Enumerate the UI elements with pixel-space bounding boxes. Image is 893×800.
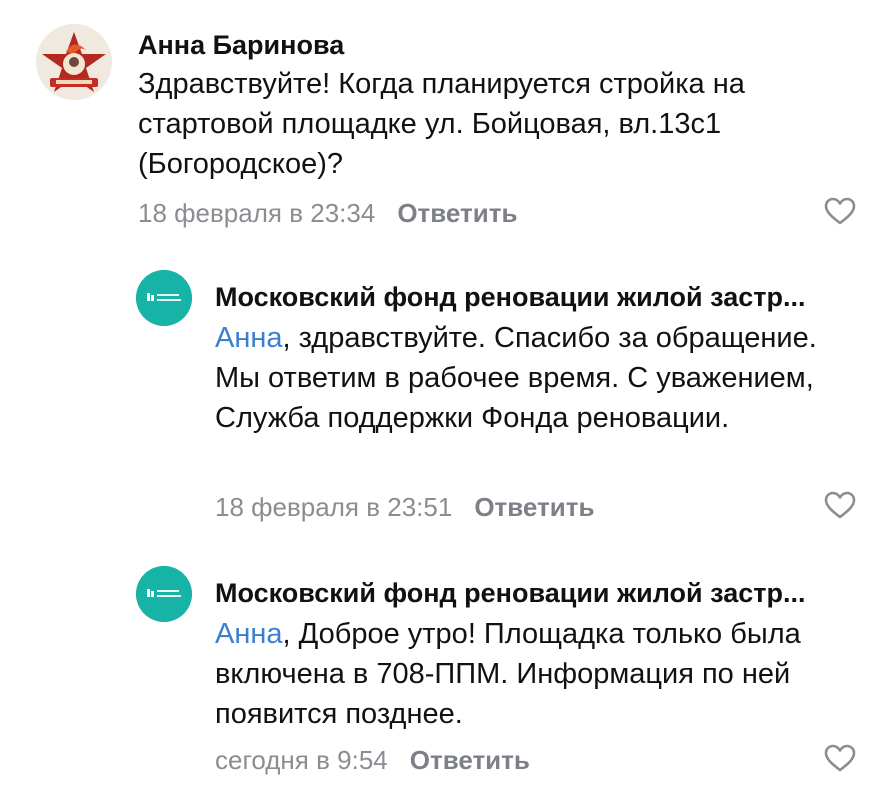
reply-button[interactable]: Ответить <box>474 492 594 522</box>
comment-text-body: , Доброе утро! Площадка только была вклю… <box>215 618 801 730</box>
mention-link[interactable]: Анна <box>215 618 283 650</box>
pioneer-badge-icon <box>36 24 112 100</box>
comment-author[interactable]: Московский фонд реновации жилой застр... <box>215 576 855 610</box>
fund-logo-icon <box>136 270 192 326</box>
heart-icon[interactable] <box>823 743 857 773</box>
avatar[interactable] <box>136 270 192 326</box>
comment-author[interactable]: Анна Баринова <box>138 28 838 62</box>
mention-link[interactable]: Анна <box>215 322 283 354</box>
comment-text: Анна, здравствуйте. Спасибо за обращение… <box>215 318 855 438</box>
avatar[interactable] <box>136 566 192 622</box>
comment-text: Здравствуйте! Когда планируется стройка … <box>138 68 745 180</box>
comment-timestamp: 18 февраля в 23:51 <box>215 492 453 522</box>
heart-icon[interactable] <box>823 490 857 520</box>
heart-icon[interactable] <box>823 196 857 226</box>
comment-text: Анна, Доброе утро! Площадка только была … <box>215 614 855 734</box>
avatar[interactable] <box>36 24 112 100</box>
comment-meta: 18 февраля в 23:51 Ответить <box>215 492 594 522</box>
comment-meta: сегодня в 9:54 Ответить <box>215 745 530 775</box>
comment-author[interactable]: Московский фонд реновации жилой застр... <box>215 280 855 314</box>
reply-button[interactable]: Ответить <box>410 745 530 775</box>
fund-logo-icon <box>136 566 192 622</box>
reply-button[interactable]: Ответить <box>397 198 517 228</box>
comment-timestamp: сегодня в 9:54 <box>215 745 388 775</box>
comment-meta: 18 февраля в 23:34 Ответить <box>138 198 517 228</box>
comment-timestamp: 18 февраля в 23:34 <box>138 198 376 228</box>
comment-text-body: , здравствуйте. Спасибо за обращение. Мы… <box>215 322 817 434</box>
